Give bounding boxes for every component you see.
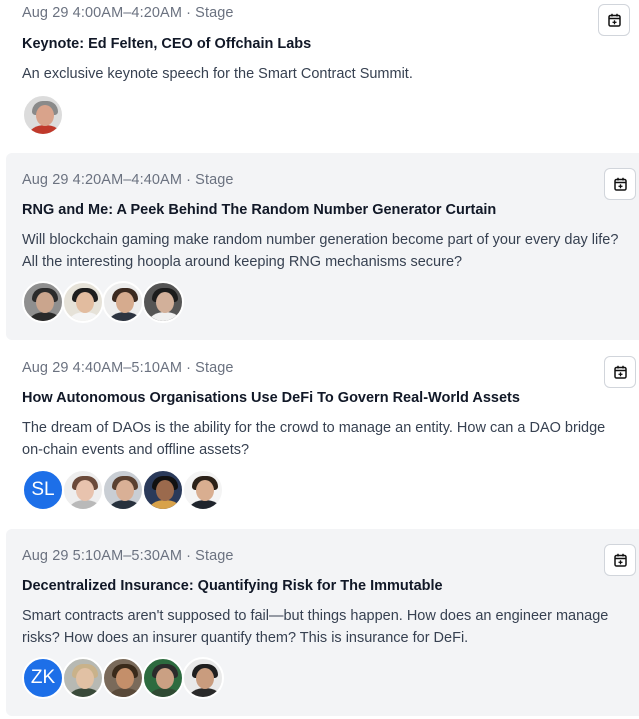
session-title[interactable]: RNG and Me: A Peek Behind The Random Num… <box>22 202 496 218</box>
avatar-face <box>156 292 174 313</box>
calendar-add-icon <box>613 365 627 379</box>
speaker-avatar-initials[interactable]: SL <box>22 469 64 511</box>
session-description: An exclusive keynote speech for the Smar… <box>22 66 413 82</box>
session-card[interactable]: Aug 29 4:40AM–5:10AM · Stage How Autonom… <box>6 341 639 528</box>
avatar-face <box>116 480 134 501</box>
avatar-face <box>116 292 134 313</box>
add-to-calendar-button[interactable] <box>598 4 630 36</box>
avatar-body <box>29 312 61 321</box>
speaker-avatar[interactable] <box>102 281 144 323</box>
speaker-avatar[interactable] <box>142 657 184 699</box>
session-description: The dream of DAOs is the ability for the… <box>22 420 606 458</box>
avatar-face <box>76 668 94 689</box>
avatar-face <box>116 668 134 689</box>
calendar-add-icon <box>607 13 621 27</box>
session-title[interactable]: Decentralized Insurance: Quantifying Ris… <box>22 578 443 594</box>
avatar-body <box>109 312 141 321</box>
avatar-face <box>76 480 94 501</box>
speaker-avatar[interactable] <box>142 281 184 323</box>
avatar-body <box>149 312 181 321</box>
avatar-body <box>29 125 61 134</box>
session-time: Aug 29 4:00AM–4:20AM · Stage <box>22 5 234 21</box>
session-description: Will blockchain gaming make random numbe… <box>22 232 619 270</box>
session-time: Aug 29 4:20AM–4:40AM · Stage <box>22 172 234 188</box>
add-to-calendar-button[interactable] <box>604 168 636 200</box>
speaker-avatar[interactable] <box>62 657 104 699</box>
speaker-avatar[interactable] <box>142 469 184 511</box>
add-to-calendar-button[interactable] <box>604 356 636 388</box>
session-time: Aug 29 4:40AM–5:10AM · Stage <box>22 360 234 376</box>
speaker-avatar[interactable] <box>62 469 104 511</box>
avatar-body <box>69 688 101 697</box>
session-card[interactable]: Aug 29 4:00AM–4:20AM · Stage Keynote: Ed… <box>6 0 639 152</box>
avatar-body <box>109 688 141 697</box>
avatar-face <box>156 480 174 501</box>
avatar-face <box>36 105 54 126</box>
speaker-avatar[interactable] <box>62 281 104 323</box>
speaker-avatar[interactable] <box>22 94 64 136</box>
avatar-body <box>149 500 181 509</box>
avatar-body <box>109 500 141 509</box>
avatar-body <box>189 688 221 697</box>
avatar-face <box>36 292 54 313</box>
avatar-face <box>196 480 214 501</box>
session-card[interactable]: Aug 29 5:10AM–5:30AM · Stage Decentraliz… <box>6 529 639 716</box>
session-title[interactable]: How Autonomous Organisations Use DeFi To… <box>22 390 520 406</box>
speaker-avatar[interactable] <box>182 657 224 699</box>
speaker-avatar[interactable] <box>102 469 144 511</box>
session-time: Aug 29 5:10AM–5:30AM · Stage <box>22 548 234 564</box>
speaker-avatar[interactable] <box>182 469 224 511</box>
avatar-body <box>149 688 181 697</box>
avatar-body <box>189 500 221 509</box>
avatar-face <box>76 292 94 313</box>
speaker-avatars: SL <box>22 469 224 511</box>
session-title[interactable]: Keynote: Ed Felten, CEO of Offchain Labs <box>22 36 311 52</box>
avatar-face <box>156 668 174 689</box>
session-description: Smart contracts aren't supposed to fail—… <box>22 608 609 646</box>
speaker-avatars <box>22 281 184 323</box>
calendar-add-icon <box>613 177 627 191</box>
speaker-avatar-initials[interactable]: ZK <box>22 657 64 699</box>
add-to-calendar-button[interactable] <box>604 544 636 576</box>
avatar-body <box>69 312 101 321</box>
speaker-avatar[interactable] <box>22 281 64 323</box>
avatar-body <box>69 500 101 509</box>
speaker-avatars: ZK <box>22 657 224 699</box>
session-card[interactable]: Aug 29 4:20AM–4:40AM · Stage RNG and Me:… <box>6 153 639 340</box>
avatar-face <box>196 668 214 689</box>
speaker-avatar[interactable] <box>102 657 144 699</box>
speaker-avatars <box>22 94 64 136</box>
calendar-add-icon <box>613 553 627 567</box>
